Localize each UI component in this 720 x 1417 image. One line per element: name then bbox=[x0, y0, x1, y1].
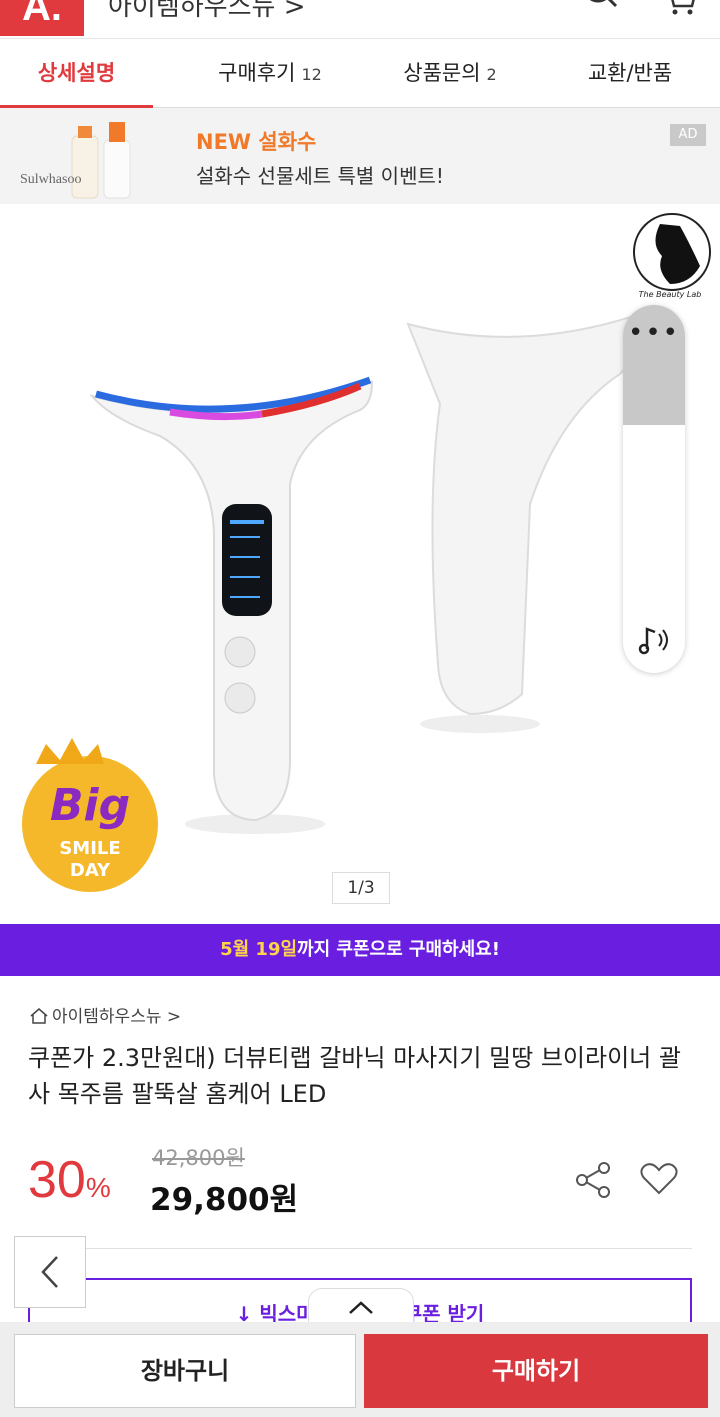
search-icon[interactable] bbox=[580, 0, 620, 14]
add-to-cart-button[interactable]: 장바구니 bbox=[14, 1334, 356, 1408]
product-title: 쿠폰가 2.3만원대) 더뷰티랩 갈바닉 마사지기 밀땅 브이라이너 괄사 목주… bbox=[28, 1044, 681, 1108]
tab-label: 상품문의 bbox=[403, 61, 481, 85]
ad-banner[interactable]: Sulwhasoo NEW 설화수 설화수 선물세트 특별 이벤트! AD bbox=[0, 108, 720, 204]
ad-badge: AD bbox=[670, 124, 706, 146]
badge-smile-text: SMILE bbox=[59, 838, 121, 859]
chevron-left-icon bbox=[41, 1256, 58, 1288]
promo-date: 5월 19일 bbox=[220, 939, 298, 960]
badge-day-text: DAY bbox=[69, 860, 111, 881]
ad-title: NEW 설화수 bbox=[196, 130, 317, 154]
discount-value: 30 bbox=[28, 1151, 86, 1209]
product-image-carousel[interactable]: Big SMILE DAY The Beauty Lab ••• 1/3 bbox=[0, 204, 720, 922]
original-price: 42,800원 bbox=[152, 1146, 245, 1170]
sound-icon[interactable] bbox=[637, 623, 673, 657]
tab-qna[interactable]: 상품문의 2 bbox=[360, 39, 540, 107]
ad-brand-name: Sulwhasoo bbox=[20, 172, 82, 187]
tab-exchange-return[interactable]: 교환/반품 bbox=[540, 39, 720, 107]
buy-now-button[interactable]: 구매하기 bbox=[364, 1334, 708, 1408]
tab-reviews[interactable]: 구매후기 12 bbox=[180, 39, 360, 107]
discount-unit: % bbox=[85, 1172, 111, 1203]
coupon-promo-banner[interactable]: 5월 19일까지 쿠폰으로 구매하세요! bbox=[0, 924, 720, 976]
app-logo[interactable]: A. bbox=[0, 0, 84, 36]
more-icon[interactable]: ••• bbox=[623, 320, 685, 346]
tab-detail[interactable]: 상세설명 bbox=[0, 39, 153, 109]
store-breadcrumb[interactable]: 아이템하우스뉴 > bbox=[108, 0, 306, 23]
image-page-counter: 1/3 bbox=[332, 872, 390, 904]
back-button[interactable] bbox=[14, 1236, 86, 1308]
tab-label: 구매후기 bbox=[218, 61, 296, 85]
bottom-action-bar: 장바구니 구매하기 bbox=[0, 1322, 720, 1417]
discount-rate: 30% bbox=[28, 1150, 111, 1210]
tab-label: 상세설명 bbox=[37, 61, 116, 85]
sale-price: 29,800원 bbox=[150, 1182, 299, 1218]
store-link[interactable]: 아이템하우스뉴 > bbox=[30, 1002, 181, 1027]
divider bbox=[28, 1248, 692, 1249]
heart-icon[interactable] bbox=[640, 1162, 678, 1196]
top-bar: A. 아이템하우스뉴 > bbox=[0, 0, 720, 38]
share-icon[interactable] bbox=[574, 1160, 614, 1200]
product-tabs: 상세설명 구매후기 12 상품문의 2 교환/반품 bbox=[0, 38, 720, 109]
brand-logo-text: The Beauty Lab bbox=[638, 290, 702, 299]
floating-panel[interactable]: ••• bbox=[623, 305, 685, 673]
promo-text: 까지 쿠폰으로 구매하세요! bbox=[297, 939, 500, 960]
ad-subtitle: 설화수 선물세트 특별 이벤트! bbox=[196, 164, 444, 188]
badge-big-text: Big bbox=[50, 780, 131, 831]
store-name: 아이템하우스뉴 > bbox=[52, 1007, 182, 1027]
tab-count: 2 bbox=[486, 65, 497, 84]
tab-count: 12 bbox=[301, 65, 322, 84]
home-icon bbox=[30, 1008, 48, 1024]
tab-label: 교환/반품 bbox=[587, 61, 673, 85]
cart-icon[interactable] bbox=[660, 0, 700, 16]
